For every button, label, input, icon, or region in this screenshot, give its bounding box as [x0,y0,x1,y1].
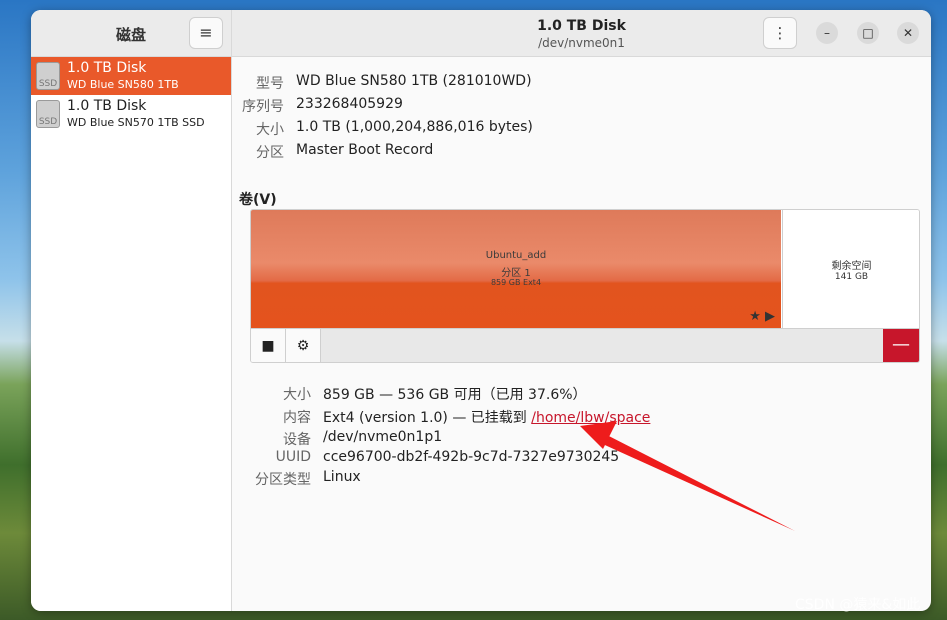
contents-text: Ext4 (version 1.0) — 已挂载到 [323,410,532,426]
free-space-block[interactable]: 剩余空间 141 GB [782,210,919,328]
watermark: CSDN @猿来&如此 [795,597,921,613]
sidebar-item-disk-1[interactable]: SSD 1.0 TB Disk WD Blue SN580 1TB [31,57,231,95]
free-space-size: 141 GB [834,272,869,282]
minus-icon: — [892,334,910,355]
uuid-label: UUID [275,449,311,465]
volume-map: Ubuntu_add 分区 1 859 GB Ext4 ★ ▶ 剩余空间 141… [250,209,920,363]
kebab-menu-icon: ⋮ [772,24,788,42]
play-mounted-icon: ▶ [765,309,775,324]
partition-status: ★ ▶ [749,309,775,324]
sidebar: 磁盘 ≡ SSD 1.0 TB Disk WD Blue SN580 1TB S… [31,10,232,611]
partition-size-label: 大小 [283,387,311,403]
partition-type-value: Linux [323,469,361,485]
partition-size: 859 GB Ext4 [490,278,542,287]
volume-toolbar: ■ ⚙ — [251,328,919,362]
ssd-drive-icon: SSD [36,62,60,90]
contents-label: 内容 [283,410,311,426]
delete-partition-button[interactable]: — [883,329,919,362]
sidebar-item-disk-2[interactable]: SSD 1.0 TB Disk WD Blue SN570 1TB SSD [31,95,231,133]
uuid-value: cce96700-db2f-492b-9c7d-7327e9730245 [323,449,620,465]
maximize-button[interactable]: □ [857,22,879,44]
mount-point-link[interactable]: /home/lbw/space [531,410,650,426]
hamburger-menu-button[interactable]: ≡ [189,17,223,49]
star-icon: ★ [749,309,761,324]
ssd-drive-icon: SSD [36,100,60,128]
unmount-button[interactable]: ■ [251,329,286,362]
gear-icon: ⚙ [296,338,310,354]
minimize-button[interactable]: – [816,22,838,44]
serial-value: 233268405929 [296,96,403,112]
partition-block[interactable]: Ubuntu_add 分区 1 859 GB Ext4 ★ ▶ [251,210,781,328]
volumes-heading: 卷(V) [239,192,277,208]
partitioning-label: 分区 [256,145,284,161]
disk-model: WD Blue SN570 1TB SSD [67,116,205,129]
partition-type-label: 分区类型 [255,472,311,488]
disk-details: 型号 WD Blue SN580 1TB (281010WD) 序列号 2332… [232,57,931,611]
more-options-button[interactable]: ⋮ [763,17,797,49]
partitioning-value: Master Boot Record [296,142,434,158]
close-button[interactable]: ✕ [897,22,919,44]
hamburger-icon: ≡ [199,23,213,42]
disk-name: 1.0 TB Disk [67,98,147,114]
disk-name: 1.0 TB Disk [67,60,147,76]
device-label: 设备 [283,432,311,448]
partition-number: 分区 1 [501,268,531,279]
partition-size-value: 859 GB — 536 GB 可用（已用 37.6%） [323,387,587,403]
partition-name: Ubuntu_add [485,250,547,261]
close-icon: ✕ [902,26,914,40]
disks-window: 磁盘 ≡ SSD 1.0 TB Disk WD Blue SN580 1TB S… [31,10,931,611]
contents-value: Ext4 (version 1.0) — 已挂载到 /home/lbw/spac… [323,407,650,427]
model-label: 型号 [256,76,284,92]
partition-settings-button[interactable]: ⚙ [286,329,321,362]
disk-model: WD Blue SN580 1TB [67,78,179,91]
sidebar-header: 磁盘 ≡ [31,10,231,57]
device-value: /dev/nvme0n1p1 [323,429,443,445]
model-value: WD Blue SN580 1TB (281010WD) [296,73,532,89]
free-space-label: 剩余空间 [831,261,872,272]
size-label: 大小 [256,122,284,138]
minimize-icon: – [824,26,830,40]
stop-icon: ■ [261,338,275,354]
header-bar: 1.0 TB Disk /dev/nvme0n1 ⋮ – □ ✕ [232,10,931,57]
maximize-icon: □ [862,26,874,40]
size-value: 1.0 TB (1,000,204,886,016 bytes) [296,119,533,135]
serial-label: 序列号 [242,99,284,115]
